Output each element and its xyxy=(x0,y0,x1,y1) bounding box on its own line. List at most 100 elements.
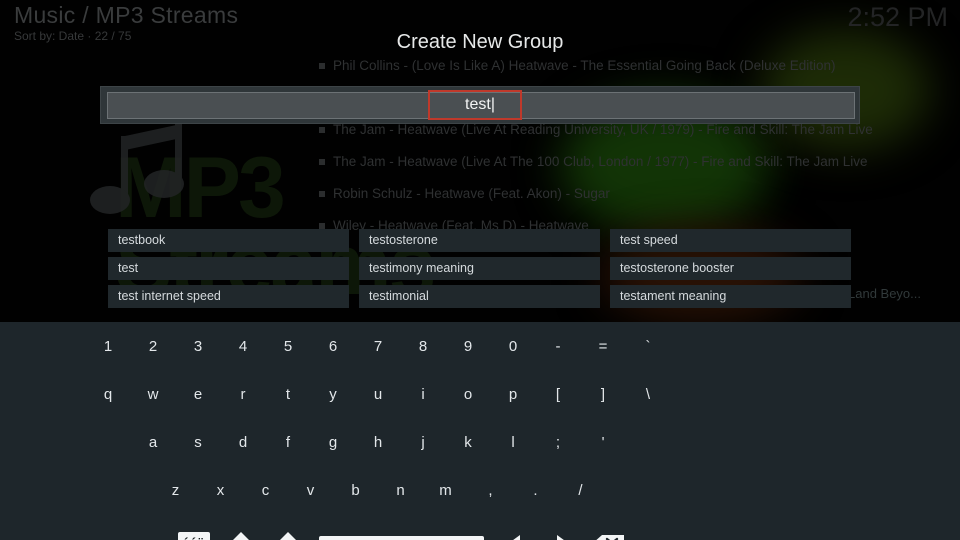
dialog-title: Create New Group xyxy=(396,31,564,53)
key-9[interactable]: 9 xyxy=(449,330,488,364)
key-.[interactable]: . xyxy=(516,474,555,508)
key-1[interactable]: 1 xyxy=(89,330,128,364)
key-z[interactable]: z xyxy=(156,474,195,508)
suggestion-item[interactable]: testament meaning xyxy=(610,285,851,308)
key-n[interactable]: n xyxy=(381,474,420,508)
suggestion-item[interactable]: test xyxy=(108,257,349,280)
suggestion-item[interactable]: testbook xyxy=(108,229,349,252)
media-window-title: Music / MP3 Streams xyxy=(14,2,239,28)
kodi-keyboard-screen: MP3 Streams Music / MP3 Streams Sort by:… xyxy=(0,0,960,540)
shift-key[interactable] xyxy=(264,530,311,540)
key-'[interactable]: ' xyxy=(584,426,623,460)
cursor-right-key[interactable] xyxy=(538,532,585,540)
suggestion-item[interactable]: test internet speed xyxy=(108,285,349,308)
cursor-left-key[interactable] xyxy=(491,532,538,540)
cursor-right-icon xyxy=(556,535,564,540)
clock: 2:52 PM xyxy=(847,2,948,32)
key-3[interactable]: 3 xyxy=(179,330,218,364)
caps-lock-key[interactable] xyxy=(217,530,264,540)
list-item-label: Robin Schulz - Heatwave (Feat. Akon) - S… xyxy=(333,186,610,201)
list-item-label: Phil Collins - (Love Is Like A) Heatwave… xyxy=(333,58,836,73)
bullet-icon xyxy=(319,191,325,197)
key-p[interactable]: p xyxy=(494,378,533,412)
accent-key[interactable]: áéö xyxy=(170,532,217,540)
suggestion-row: test testimony meaning testosterone boos… xyxy=(108,257,852,280)
key-,[interactable]: , xyxy=(471,474,510,508)
key-r[interactable]: r xyxy=(224,378,263,412)
suggestion-grid: testbook testosterone test speed test te… xyxy=(108,229,852,313)
spacebar-icon xyxy=(318,535,484,540)
list-item: The Jam - Heatwave (Live At The 100 Club… xyxy=(305,146,950,178)
shift-icon xyxy=(279,532,296,540)
suggestion-item[interactable]: testosterone booster xyxy=(610,257,851,280)
key-[[interactable]: [ xyxy=(539,378,578,412)
keyboard-row-home: a s d f g h j k l; ' xyxy=(0,426,756,466)
caps-lock-icon xyxy=(232,532,249,540)
key-a[interactable]: a xyxy=(134,426,173,460)
backspace-key[interactable] xyxy=(585,532,632,540)
key-7[interactable]: 7 xyxy=(359,330,398,364)
list-item-label: The Jam - Heatwave (Live At The 100 Club… xyxy=(333,154,868,169)
key-e[interactable]: e xyxy=(179,378,218,412)
key-8[interactable]: 8 xyxy=(404,330,443,364)
suggestion-row: test internet speed testimonial testamen… xyxy=(108,285,852,308)
key-x[interactable]: x xyxy=(201,474,240,508)
bullet-icon xyxy=(319,127,325,133)
key-y[interactable]: y xyxy=(314,378,353,412)
keyboard-keys: 1 2 3 4 5 6 7 8 9 0- = ` q w e r t y u i o p[] \ a s d f g h j k l; ' … xyxy=(0,322,756,540)
virtual-keyboard: 1 2 3 4 5 6 7 8 9 0- = ` q w e r t y u i o p[] \ a s d f g h j k l; ' … xyxy=(0,322,960,540)
key-/[interactable]: / xyxy=(561,474,600,508)
key-f[interactable]: f xyxy=(269,426,308,460)
suggestion-item[interactable]: test speed xyxy=(610,229,851,252)
keyboard-row-numbers: 1 2 3 4 5 6 7 8 9 0- = ` xyxy=(0,330,756,370)
key-6[interactable]: 6 xyxy=(314,330,353,364)
key-m[interactable]: m xyxy=(426,474,465,508)
key-g[interactable]: g xyxy=(314,426,353,460)
cursor-left-icon xyxy=(512,535,520,540)
keyboard-row-bottom: z x c v b n m,. / xyxy=(0,474,756,514)
suggestion-row: testbook testosterone test speed xyxy=(108,229,852,252)
key-t[interactable]: t xyxy=(269,378,308,412)
bullet-icon xyxy=(319,159,325,165)
key-4[interactable]: 4 xyxy=(224,330,263,364)
keyboard-row-function: áéö xyxy=(0,526,756,540)
key--[interactable]: - xyxy=(539,330,578,364)
key-v[interactable]: v xyxy=(291,474,330,508)
key-b[interactable]: b xyxy=(336,474,375,508)
key-q[interactable]: q xyxy=(89,378,128,412)
key-;[interactable]: ; xyxy=(539,426,578,460)
key-c[interactable]: c xyxy=(246,474,285,508)
key-k[interactable]: k xyxy=(449,426,488,460)
list-item-label: The Jam - Heatwave (Live At Reading Univ… xyxy=(333,122,873,137)
key-u[interactable]: u xyxy=(359,378,398,412)
list-item: Robin Schulz - Heatwave (Feat. Akon) - S… xyxy=(305,178,950,210)
bullet-icon xyxy=(319,63,325,69)
key-o[interactable]: o xyxy=(449,378,488,412)
background-media-list: Phil Collins - (Love Is Like A) Heatwave… xyxy=(305,50,950,242)
background-bottom-right-text: Land Beyo... xyxy=(848,286,921,301)
music-note-icon xyxy=(90,124,184,214)
key-=[interactable]: = xyxy=(584,330,623,364)
list-item: Phil Collins - (Love Is Like A) Heatwave… xyxy=(305,50,950,82)
key-i[interactable]: i xyxy=(404,378,443,412)
key-j[interactable]: j xyxy=(404,426,443,460)
key-][interactable]: ] xyxy=(584,378,623,412)
accent-key-label: áéö xyxy=(177,532,210,540)
backspace-icon xyxy=(595,535,624,540)
key-h[interactable]: h xyxy=(359,426,398,460)
space-key[interactable] xyxy=(311,535,491,540)
key-l[interactable]: l xyxy=(494,426,533,460)
key-d[interactable]: d xyxy=(224,426,263,460)
keyboard-row-top: q w e r t y u i o p[] \ xyxy=(0,378,756,418)
suggestion-item[interactable]: testosterone xyxy=(359,229,600,252)
suggestion-item[interactable]: testimony meaning xyxy=(359,257,600,280)
key-s[interactable]: s xyxy=(179,426,218,460)
key-`[interactable]: ` xyxy=(629,330,668,364)
suggestion-item[interactable]: testimonial xyxy=(359,285,600,308)
key-\[interactable]: \ xyxy=(629,378,668,412)
key-5[interactable]: 5 xyxy=(269,330,308,364)
key-w[interactable]: w xyxy=(134,378,173,412)
input-focus-highlight xyxy=(428,90,522,120)
key-2[interactable]: 2 xyxy=(134,330,173,364)
key-0[interactable]: 0 xyxy=(494,330,533,364)
